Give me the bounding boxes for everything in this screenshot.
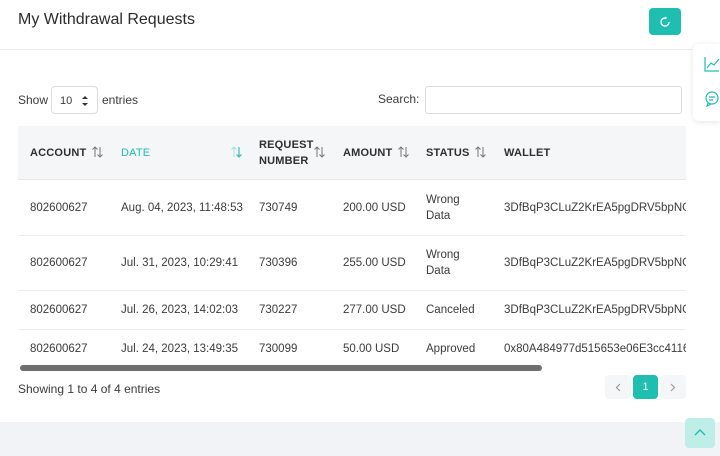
page-title: My Withdrawal Requests <box>18 11 195 28</box>
select-arrows-icon <box>82 96 88 106</box>
sort-icon[interactable] <box>314 146 325 158</box>
cell-date: Jul. 24, 2023, 13:49:35 <box>121 343 239 355</box>
table-row: 802600627 Jul. 31, 2023, 10:29:41 730396… <box>18 236 686 291</box>
withdrawal-table: ACCOUNT DATE REQUEST NUMBER AMOUNT STATU… <box>18 126 686 368</box>
cell-wallet: 0x80A484977d515653e06E3cc4116 <box>504 343 686 355</box>
line-chart-icon[interactable] <box>704 56 720 72</box>
cell-status: Canceled <box>426 304 475 316</box>
cell-wallet: 3DfBqP3CLuZ2KrEA5pgDRV5bpNG <box>504 304 686 316</box>
cell-wallet: 3DfBqP3CLuZ2KrEA5pgDRV5bpNG <box>504 202 686 214</box>
cell-date: Jul. 31, 2023, 10:29:41 <box>121 257 239 269</box>
cell-request-number: 730099 <box>259 343 298 355</box>
cell-amount: 200.00 USD <box>343 202 406 214</box>
cell-status: Wrong Data <box>426 194 460 222</box>
cell-request-number: 730227 <box>259 304 298 316</box>
table-controls: Show 10 entries Search: <box>18 86 682 114</box>
refresh-button[interactable] <box>649 8 681 35</box>
cell-account: 802600627 <box>30 257 88 269</box>
cell-amount: 277.00 USD <box>343 304 406 316</box>
side-widget <box>693 44 720 121</box>
cell-wallet: 3DfBqP3CLuZ2KrEA5pgDRV5bpNG <box>504 257 686 269</box>
table-header: ACCOUNT DATE REQUEST NUMBER AMOUNT STATU… <box>18 126 686 180</box>
table-row: 802600627 Jul. 26, 2023, 14:02:03 730227… <box>18 291 686 330</box>
table-info: Showing 1 to 4 of 4 entries <box>18 382 161 396</box>
page-length-value: 10 <box>60 95 73 107</box>
column-header-date[interactable]: DATE <box>121 145 150 161</box>
cell-status: Approved <box>426 343 476 355</box>
cell-amount: 255.00 USD <box>343 257 406 269</box>
pagination-prev-button[interactable] <box>605 375 631 399</box>
horizontal-scrollbar[interactable] <box>20 365 542 371</box>
cell-date: Aug. 04, 2023, 11:48:53 <box>121 202 243 214</box>
table-row: 802600627 Aug. 04, 2023, 11:48:53 730749… <box>18 181 686 236</box>
back-to-top-button[interactable] <box>685 418 715 448</box>
pagination-next-button[interactable] <box>660 375 686 399</box>
table-row: 802600627 Jul. 24, 2023, 13:49:35 730099… <box>18 330 686 368</box>
cell-amount: 50.00 USD <box>343 343 400 355</box>
page-length-select[interactable]: 10 <box>51 86 98 114</box>
show-label: Show <box>18 93 49 107</box>
sort-icon[interactable] <box>398 146 409 158</box>
column-header-account[interactable]: ACCOUNT <box>30 145 86 161</box>
cell-account: 802600627 <box>30 343 88 355</box>
sort-desc-icon[interactable] <box>231 146 242 158</box>
cell-request-number: 730396 <box>259 257 298 269</box>
chevron-up-icon <box>694 429 706 436</box>
column-header-status[interactable]: STATUS <box>426 145 470 161</box>
sort-icon[interactable] <box>92 146 103 158</box>
pagination-page-button[interactable]: 1 <box>633 375 658 399</box>
column-header-request-number[interactable]: REQUEST NUMBER <box>259 137 315 169</box>
cell-status: Wrong Data <box>426 249 460 277</box>
column-header-wallet: WALLET <box>504 147 551 159</box>
refresh-icon <box>660 16 670 27</box>
entries-label: entries <box>102 93 139 107</box>
page-footer <box>0 422 720 456</box>
page-header: My Withdrawal Requests <box>0 0 720 50</box>
cell-account: 802600627 <box>30 202 88 214</box>
search-input[interactable] <box>425 86 682 114</box>
cell-request-number: 730749 <box>259 202 298 214</box>
sort-icon[interactable] <box>475 146 486 158</box>
chevron-right-icon <box>670 383 676 391</box>
chevron-left-icon <box>615 383 621 391</box>
cell-date: Jul. 26, 2023, 14:02:03 <box>121 304 239 316</box>
search-label: Search: <box>378 92 420 106</box>
column-header-amount[interactable]: AMOUNT <box>343 145 392 161</box>
cell-account: 802600627 <box>30 304 88 316</box>
chat-bubble-icon[interactable] <box>704 91 720 107</box>
